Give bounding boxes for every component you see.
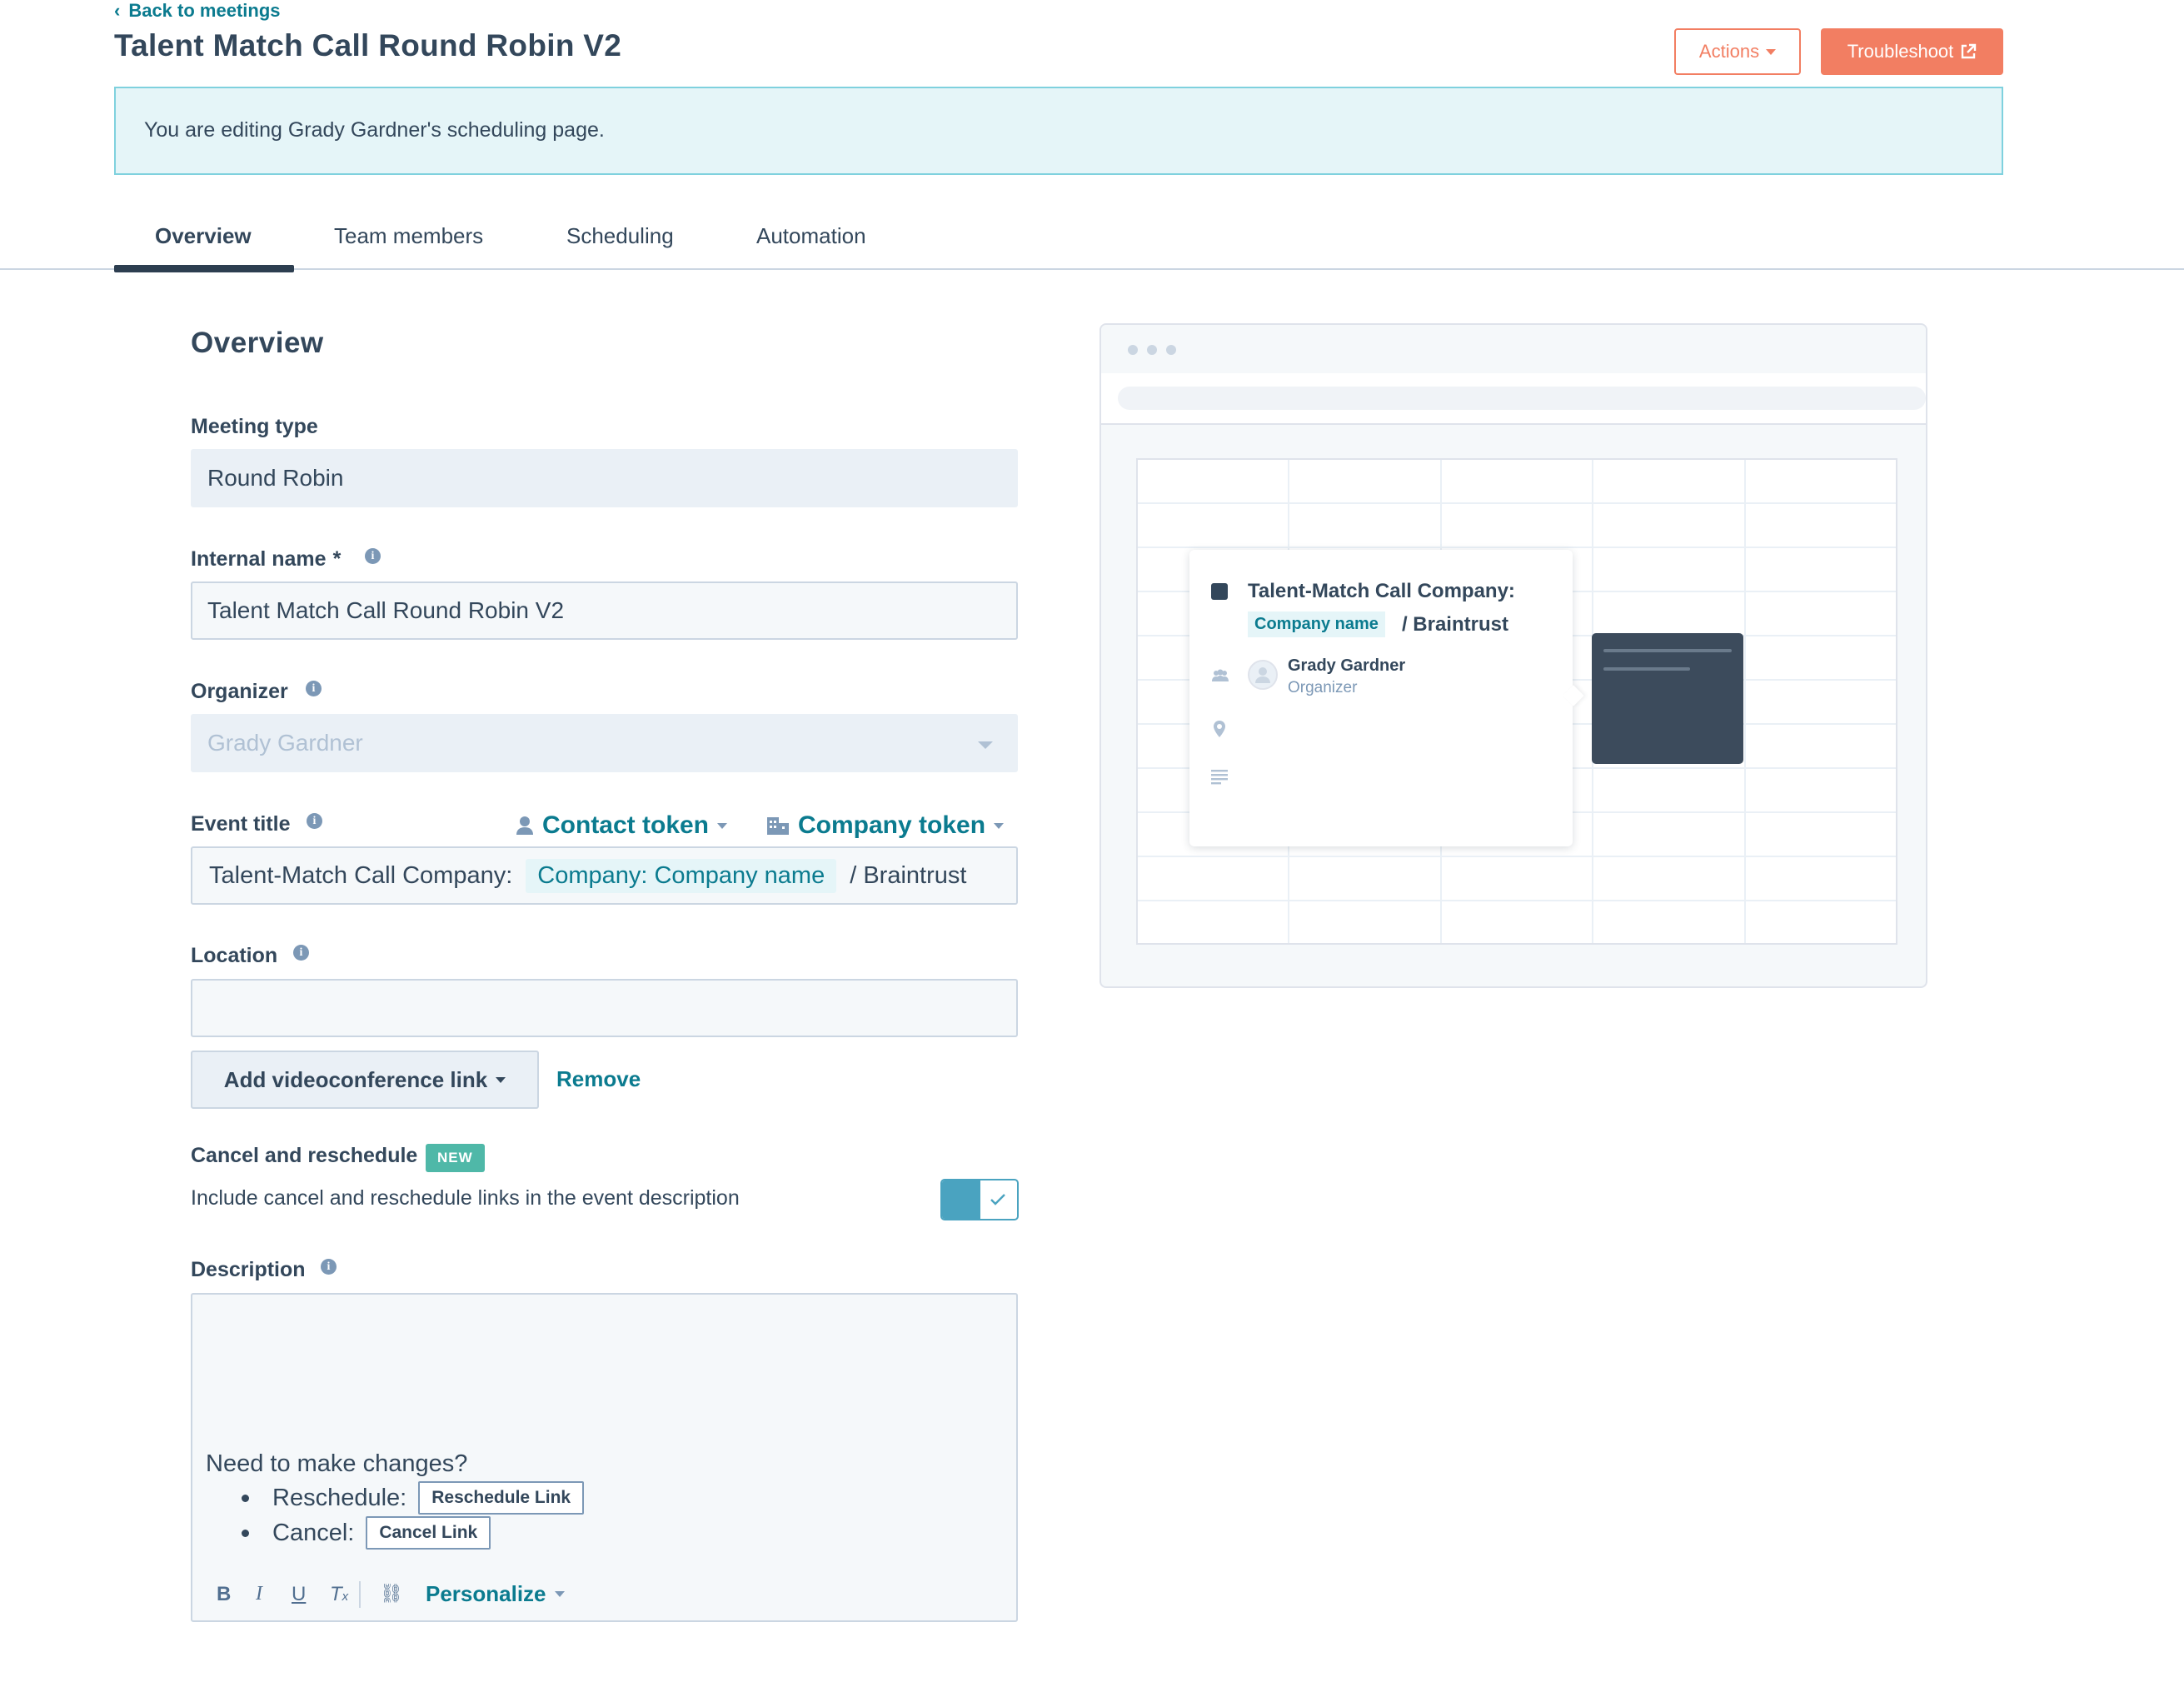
location-input[interactable] (191, 979, 1018, 1037)
window-dot (1147, 345, 1157, 355)
preview-title-suffix: / Braintrust (1401, 612, 1508, 636)
preview-event-block (1592, 633, 1743, 764)
back-to-meetings-link[interactable]: ‹ Back to meetings (114, 0, 281, 22)
contact-token-dropdown[interactable]: Contact token (516, 811, 728, 840)
cancel-link-token[interactable]: Cancel Link (366, 1516, 491, 1550)
info-icon[interactable]: i (293, 945, 309, 961)
preview-window-bar (1101, 325, 1926, 375)
toolbar-divider (359, 1581, 361, 1608)
editing-banner-text: You are editing Grady Gardner's scheduli… (144, 118, 605, 142)
tab-automation[interactable]: Automation (756, 223, 866, 249)
avatar (1248, 660, 1278, 690)
clear-format-x: x (342, 1590, 349, 1604)
preview-event-title: Talent-Match Call Company: (1248, 580, 1515, 602)
organizer-select: Grady Gardner (191, 714, 1018, 772)
clear-format-button[interactable]: Tx (330, 1583, 348, 1606)
cancel-text: Cancel: (272, 1519, 355, 1546)
remove-link[interactable]: Remove (556, 1066, 641, 1092)
preview-organizer-role: Organizer (1288, 679, 1358, 696)
tab-overview[interactable]: Overview (155, 223, 252, 249)
active-tab-indicator (114, 265, 294, 272)
actions-button-label: Actions (1698, 41, 1760, 62)
organizer-value: Grady Gardner (207, 730, 363, 756)
section-title: Overview (191, 327, 324, 359)
personalize-label: Personalize (426, 1581, 546, 1606)
window-dot (1128, 345, 1138, 355)
reschedule-text: Reschedule: (272, 1484, 407, 1511)
actions-button[interactable]: Actions (1674, 28, 1801, 75)
back-link-label: Back to meetings (128, 0, 281, 21)
cancel-reschedule-toggle[interactable] (940, 1179, 1019, 1220)
clear-format-t: T (330, 1583, 342, 1605)
troubleshoot-button-label: Troubleshoot (1847, 41, 1954, 62)
location-pin-icon (1214, 721, 1225, 737)
bullet (242, 1494, 249, 1502)
troubleshoot-button[interactable]: Troubleshoot (1821, 28, 2003, 75)
info-icon[interactable]: i (321, 1259, 337, 1275)
caret-down-icon (994, 822, 1005, 829)
event-title-label: Event title (191, 812, 291, 836)
internal-name-label: Internal name * (191, 547, 341, 571)
preview-event-popup: Talent-Match Call Company: Company name … (1189, 550, 1584, 846)
meeting-type-value: Round Robin (207, 465, 344, 491)
event-color-square (1211, 583, 1228, 600)
underline-button[interactable]: U (292, 1583, 306, 1606)
cancel-reschedule-label: Cancel and reschedule (191, 1144, 418, 1167)
company-token-label: Company token (798, 811, 986, 839)
link-icon[interactable]: ⛓ (380, 1583, 403, 1605)
description-heading: Need to make changes? (206, 1450, 468, 1477)
external-link-icon (1962, 43, 1977, 59)
caret-down-icon (717, 822, 728, 829)
organizer-label: Organizer (191, 680, 288, 703)
location-label: Location (191, 944, 278, 967)
check-icon (979, 1180, 1017, 1219)
preview-title-line2: Company name / Braintrust (1248, 611, 1508, 637)
required-mark: * (332, 547, 342, 571)
toggle-fill (942, 1180, 980, 1219)
preview-company-token: Company name (1248, 611, 1385, 637)
info-icon[interactable]: i (365, 548, 381, 564)
description-lines-icon (1211, 770, 1228, 785)
description-list-item: Cancel: Cancel Link (242, 1516, 491, 1550)
contact-token-label: Contact token (542, 811, 710, 839)
info-icon[interactable]: i (307, 813, 322, 829)
event-title-input[interactable]: Talent-Match Call Company: Company: Comp… (191, 846, 1018, 905)
preview-url-bar (1101, 373, 1926, 425)
internal-name-label-text: Internal name (191, 547, 327, 571)
add-videoconference-link-button[interactable]: Add videoconference link (191, 1051, 539, 1109)
cancel-reschedule-description: Include cancel and reschedule links in t… (191, 1186, 740, 1210)
calendar-preview: Talent-Match Call Company: Company name … (1099, 323, 1927, 988)
meeting-type-field: Round Robin (191, 449, 1018, 507)
event-title-prefix: Talent-Match Call Company: (209, 861, 513, 889)
chevron-down-icon (978, 741, 993, 749)
info-icon[interactable]: i (306, 681, 322, 696)
add-videoconference-label: Add videoconference link (223, 1066, 488, 1092)
company-icon (767, 817, 789, 835)
personalize-dropdown[interactable]: Personalize (426, 1581, 565, 1607)
caret-down-icon (554, 1591, 565, 1597)
contact-icon (516, 816, 533, 835)
window-dot (1166, 345, 1176, 355)
attendees-icon (1212, 669, 1229, 681)
tab-bar-divider (0, 268, 2184, 270)
reschedule-link-token[interactable]: Reschedule Link (418, 1481, 585, 1515)
caret-down-icon (1766, 48, 1777, 55)
description-label: Description (191, 1258, 306, 1281)
tab-scheduling[interactable]: Scheduling (566, 223, 674, 249)
chevron-left-icon: ‹ (114, 0, 121, 21)
page-title: Talent Match Call Round Robin V2 (114, 28, 622, 62)
tab-team-members[interactable]: Team members (334, 223, 483, 249)
caret-down-icon (496, 1076, 506, 1083)
preview-organizer-name: Grady Gardner (1288, 656, 1406, 675)
bullet (242, 1529, 249, 1537)
company-name-token[interactable]: Company: Company name (526, 858, 837, 893)
event-title-suffix: / Braintrust (850, 861, 967, 889)
internal-name-input[interactable] (191, 581, 1018, 640)
italic-button[interactable]: I (256, 1583, 262, 1605)
bold-button[interactable]: B (217, 1583, 231, 1606)
new-badge: NEW (426, 1144, 485, 1172)
company-token-dropdown[interactable]: Company token (766, 811, 1005, 840)
description-list-item: Reschedule: Reschedule Link (242, 1481, 585, 1515)
meeting-type-label: Meeting type (191, 415, 318, 438)
